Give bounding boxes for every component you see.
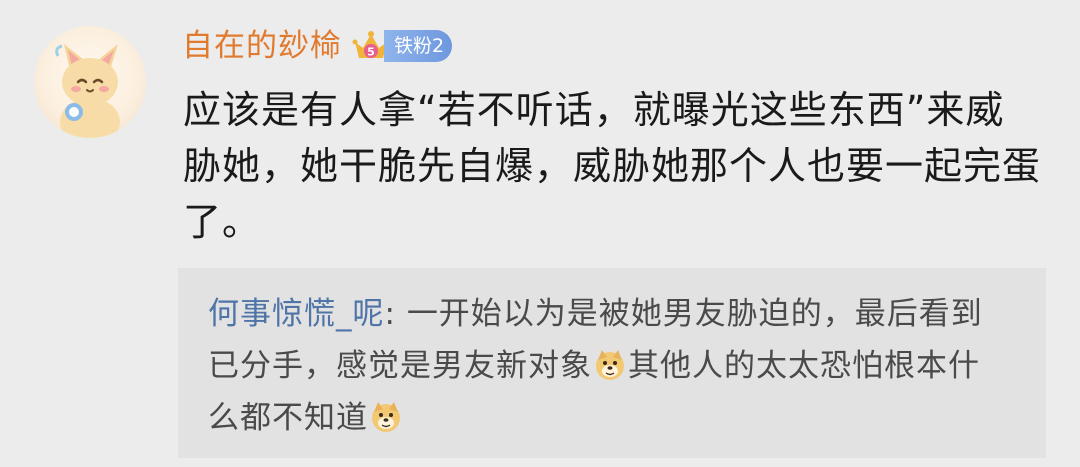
reply-username[interactable]: 何事惊慌_呢 (208, 296, 385, 332)
comment-text: 应该是有人拿“若不听话，就曝光这些东西”来威胁她，她干脆先自爆，威胁她那个人也要… (183, 88, 1042, 244)
doge-emoji-icon (596, 350, 624, 380)
username[interactable]: 自在的玅椧 (182, 24, 342, 68)
reply-separator: : (384, 296, 407, 332)
reply-box[interactable]: 何事惊慌_呢: 一开始以为是被她男友胁迫的，最后看到已分手，感觉是男友新对象 其他… (178, 268, 1046, 458)
cartoon-cat-avatar-icon (55, 44, 120, 138)
reply-content: 何事惊慌_呢: 一开始以为是被她男友胁迫的，最后看到已分手，感觉是男友新对象 其他… (208, 288, 998, 444)
fan-level-number: 5 (367, 46, 375, 59)
avatar[interactable] (34, 26, 146, 138)
comment-header: 自在的玅椧 5 铁粉2 (182, 24, 453, 68)
doge-emoji-icon (372, 402, 400, 432)
fan-badge-label: 铁粉2 (384, 30, 453, 62)
